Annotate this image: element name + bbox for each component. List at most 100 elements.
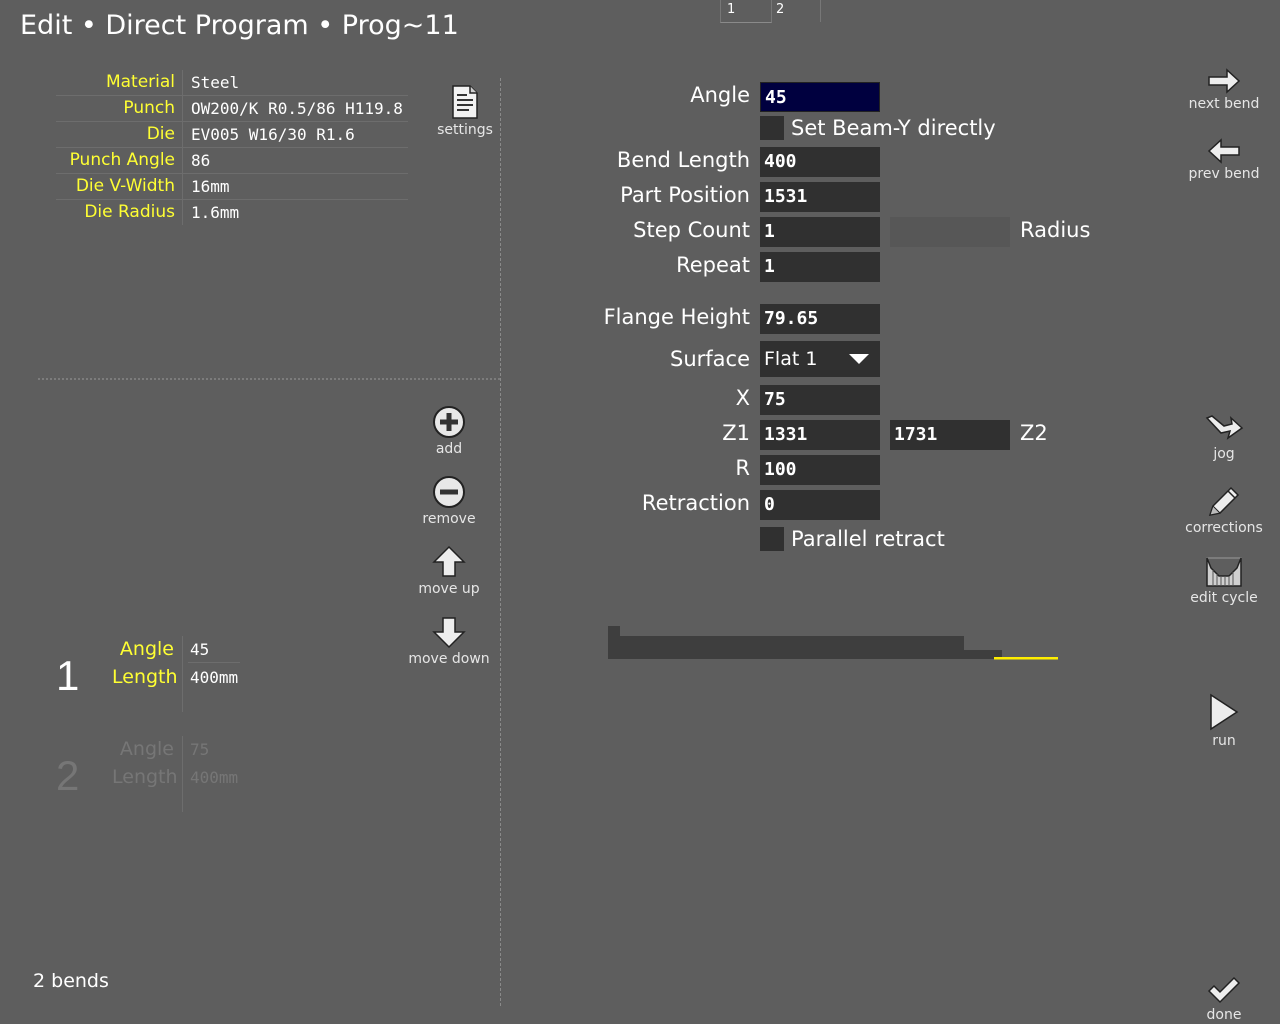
- add-button[interactable]: add: [399, 405, 499, 457]
- retraction-field[interactable]: 0: [760, 490, 880, 520]
- tooling-row-punch-angle: Punch Angle 86: [56, 148, 408, 174]
- tooling-row-punch: Punch OW200/K R0.5/86 H119.8: [56, 96, 408, 122]
- bend-length-value: 400mm: [190, 668, 239, 687]
- r-label: R: [735, 456, 750, 480]
- prev-bend-button[interactable]: prev bend: [1176, 138, 1272, 182]
- flange-height-label: Flange Height: [603, 305, 750, 329]
- jog-button[interactable]: jog: [1176, 414, 1272, 462]
- jog-label: jog: [1213, 446, 1235, 462]
- beam-y-label: Set Beam-Y directly: [791, 116, 996, 140]
- arrow-left-icon: [1207, 138, 1240, 164]
- add-label: add: [435, 441, 463, 457]
- material-label: Material: [105, 72, 175, 92]
- surface-label: Surface: [669, 347, 750, 371]
- repeat-label: Repeat: [676, 253, 750, 277]
- bend-length-value: 400mm: [190, 768, 239, 787]
- divider: [182, 636, 183, 712]
- flange-height-field[interactable]: 79.65: [760, 304, 880, 334]
- cycle-graph-icon: [1206, 557, 1242, 587]
- checkmark-icon: [1207, 976, 1241, 1004]
- surface-select[interactable]: Flat 1: [760, 341, 880, 377]
- bend-angle-value: 75: [190, 740, 210, 759]
- play-icon: [1210, 693, 1239, 731]
- prev-bend-label: prev bend: [1188, 166, 1260, 182]
- tooling-row-die-v-width: Die V-Width 16mm: [56, 174, 408, 200]
- move-up-label: move up: [418, 581, 480, 597]
- z1-label: Z1: [722, 421, 750, 445]
- page-title: Edit • Direct Program • Prog~11: [20, 10, 459, 41]
- part-position-field[interactable]: 1531: [760, 182, 880, 212]
- next-bend-button[interactable]: next bend: [1176, 68, 1272, 112]
- die-v-width-value: 16mm: [191, 177, 230, 196]
- retraction-label: Retraction: [641, 491, 750, 515]
- bend-length-label: Bend Length: [616, 148, 750, 172]
- edit-cycle-button[interactable]: edit cycle: [1176, 556, 1272, 606]
- settings-label: settings: [437, 122, 493, 138]
- bend-number: 2: [56, 752, 80, 799]
- radius-field: [890, 217, 1010, 247]
- punch-angle-value: 86: [191, 151, 211, 170]
- punch-value: OW200/K R0.5/86 H119.8: [191, 99, 403, 118]
- beam-y-checkbox[interactable]: [760, 116, 784, 140]
- radius-label: Radius: [1020, 218, 1091, 242]
- r-field[interactable]: 100: [760, 455, 880, 485]
- step-count-field[interactable]: 1: [760, 217, 880, 247]
- remove-button[interactable]: remove: [399, 475, 499, 527]
- die-v-width-label: Die V-Width: [75, 176, 175, 196]
- plus-circle-icon: [433, 406, 465, 438]
- angle-field[interactable]: 45: [760, 82, 880, 112]
- bend-angle-value: 45: [190, 640, 210, 659]
- z1-field[interactable]: 1331: [760, 420, 880, 450]
- x-label: X: [735, 386, 750, 410]
- die-value: EV005 W16/30 R1.6: [191, 125, 355, 144]
- bend-number: 1: [56, 652, 80, 699]
- divider: [188, 662, 240, 663]
- remove-label: remove: [422, 511, 476, 527]
- arrow-down-icon: [432, 617, 466, 649]
- bend-count: 2 bends: [33, 970, 109, 992]
- die-label: Die: [146, 124, 175, 144]
- punch-angle-label: Punch Angle: [69, 150, 175, 170]
- divider: [182, 200, 183, 225]
- divider: [182, 174, 183, 199]
- flange-line: [994, 657, 1058, 660]
- next-bend-label: next bend: [1188, 96, 1260, 112]
- surface-value: Flat 1: [764, 348, 818, 370]
- bend-angle-label: Angle: [119, 738, 174, 760]
- edit-cycle-label: edit cycle: [1190, 590, 1258, 606]
- divider: [182, 148, 183, 173]
- die-radius-label: Die Radius: [84, 202, 175, 222]
- x-field[interactable]: 75: [760, 385, 880, 415]
- page-tabs: 1 2: [720, 0, 821, 24]
- tab-2[interactable]: 2: [770, 0, 821, 22]
- done-label: done: [1206, 1007, 1242, 1023]
- divider: [182, 70, 183, 95]
- move-down-label: move down: [408, 651, 490, 667]
- punch-label: Punch: [123, 98, 175, 118]
- horizontal-divider: [38, 378, 500, 380]
- z2-label: Z2: [1020, 421, 1048, 445]
- die-radius-value: 1.6mm: [191, 203, 240, 222]
- angle-label: Angle: [690, 83, 750, 107]
- document-settings-icon: [452, 85, 478, 119]
- z2-field[interactable]: 1731: [890, 420, 1010, 450]
- pencil-icon: [1208, 486, 1240, 516]
- parallel-retract-checkbox[interactable]: [760, 527, 784, 551]
- run-button[interactable]: run: [1176, 693, 1272, 749]
- move-down-button[interactable]: move down: [399, 615, 499, 667]
- corrections-button[interactable]: corrections: [1176, 484, 1272, 536]
- chevron-down-icon: [849, 354, 869, 364]
- bend-length-label: Length: [112, 666, 178, 688]
- part-profile: [608, 626, 1002, 659]
- move-up-button[interactable]: move up: [399, 545, 499, 597]
- vertical-divider: [500, 78, 501, 1006]
- minus-circle-icon: [433, 476, 465, 508]
- arrow-right-icon: [1208, 68, 1241, 94]
- tab-1[interactable]: 1: [720, 0, 772, 23]
- bend-length-field[interactable]: 400: [760, 147, 880, 177]
- bend-preview: [608, 626, 1058, 660]
- bend-length-label: Length: [112, 766, 178, 788]
- done-button[interactable]: done: [1176, 975, 1272, 1023]
- tooling-row-material: Material Steel: [56, 70, 408, 96]
- repeat-field[interactable]: 1: [760, 252, 880, 282]
